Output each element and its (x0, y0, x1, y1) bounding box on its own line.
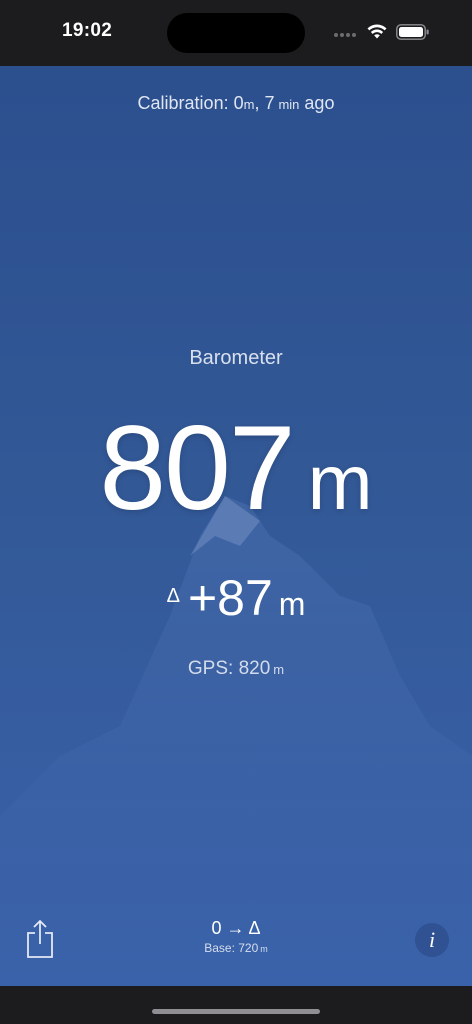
cellular-signal-icon (334, 30, 360, 40)
calibration-value-unit: m (243, 97, 255, 112)
info-icon: i (428, 927, 436, 952)
mode-label[interactable]: 0 → Δ (0, 918, 472, 939)
gps-unit: m (273, 662, 285, 677)
base-altitude: Base: 720 m (0, 941, 472, 955)
calibration-age-unit: min (278, 97, 300, 112)
base-value: 720 (238, 941, 259, 955)
info-button[interactable]: i (415, 923, 449, 957)
battery-icon (396, 24, 429, 40)
delta-reading: Δ +87 m (0, 573, 472, 623)
status-time: 19:02 (62, 20, 113, 41)
gps-value: 820 (238, 658, 271, 679)
altitude-unit: m (307, 438, 373, 526)
calibration-value: 0 (233, 93, 244, 113)
gps-reading: GPS: 820 m (0, 658, 472, 680)
gps-prefix: GPS: (187, 658, 239, 679)
altimeter-screen: Calibration: 0m, 7 min ago Barometer 807 m… (0, 66, 472, 986)
altitude-value: 807 (99, 401, 295, 535)
altitude-reading: 807 m (0, 408, 472, 528)
base-prefix: Base: (204, 941, 239, 955)
delta-value: +87 (187, 570, 273, 626)
mode-toggle[interactable]: 0 → Δ Base: 720 m (0, 918, 472, 955)
home-indicator-area (0, 986, 472, 1024)
home-indicator[interactable] (152, 1009, 320, 1014)
source-label: Barometer (189, 347, 283, 369)
wifi-icon (367, 24, 387, 39)
calibration-age-value: 7 (264, 93, 275, 113)
calibration-separator: , (254, 93, 265, 113)
status-bar: 19:02 (0, 0, 472, 66)
base-unit: m (260, 944, 268, 954)
calibration-suffix: ago (299, 93, 335, 113)
dynamic-island (167, 13, 305, 53)
calibration-status: Calibration: 0m, 7 min ago (0, 93, 472, 114)
delta-unit: m (278, 586, 306, 622)
calibration-prefix: Calibration: (137, 93, 234, 113)
delta-symbol: Δ (166, 584, 180, 607)
